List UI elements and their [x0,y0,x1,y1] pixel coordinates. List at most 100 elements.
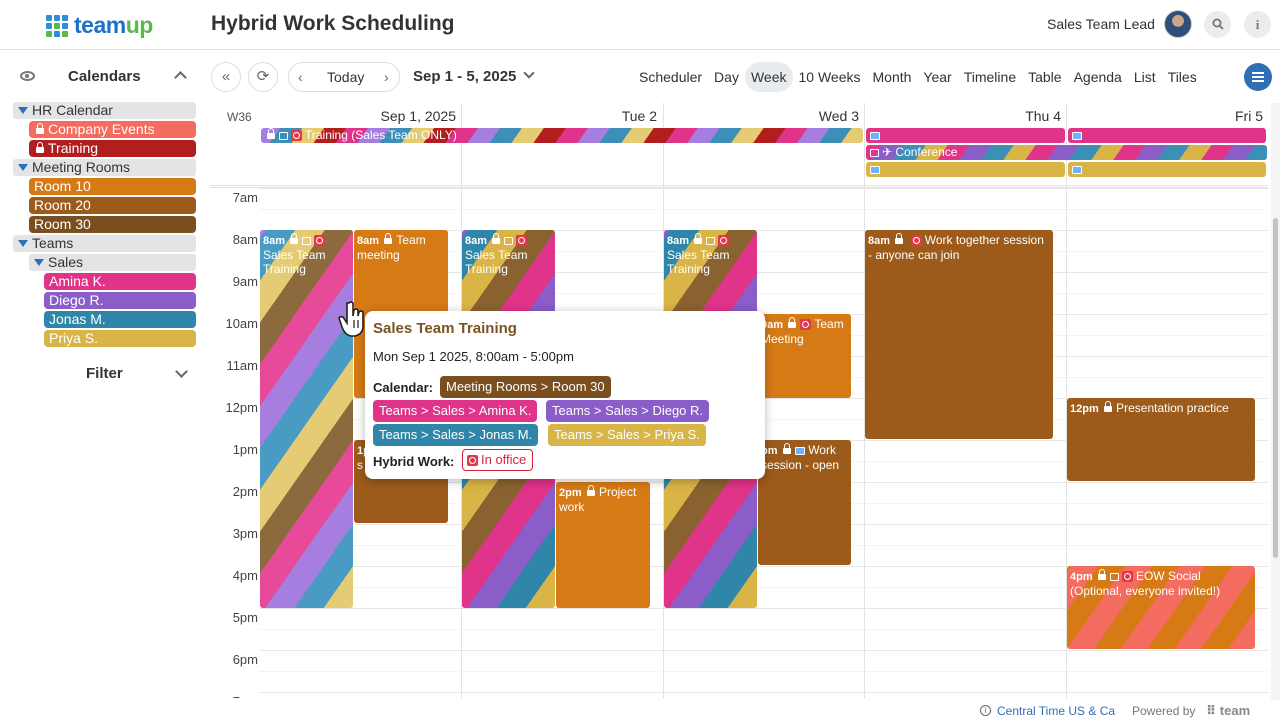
in-office-icon [800,319,812,330]
lock-icon [36,142,44,153]
allday-training-event[interactable]: Training (Sales Team ONLY) [261,128,863,143]
collapse-sidebar-button[interactable]: « [211,62,241,92]
day-header-thu[interactable]: Thu 4 [865,108,1061,124]
info-button[interactable]: i [1244,11,1271,38]
event-team-meeting-wed[interactable]: 0am Team Meeting [758,314,851,398]
remote-icon [870,132,880,140]
in-office-icon [291,130,302,141]
vertical-scrollbar[interactable] [1271,103,1280,700]
allday-remote-event-fri-2[interactable] [1068,162,1266,177]
filter-heading[interactable]: Filter [86,365,123,382]
time-label: 1pm [232,442,258,457]
view-year[interactable]: Year [917,62,957,92]
powered-by-label: Powered by [1132,704,1196,718]
time-label: 7pm [210,694,258,698]
date-navigation: ‹ Today › [288,62,400,92]
chevron-down-icon[interactable] [175,365,188,378]
event-work-together-thu[interactable]: 8am Work together session - anyone can j… [865,230,1053,439]
sidebar: Calendars HR Calendar Company Events Tra… [0,51,210,720]
view-agenda[interactable]: Agenda [1068,62,1128,92]
group-sales[interactable]: Sales [29,254,196,271]
calendar-item-amina[interactable]: Amina K. [44,273,196,290]
info-icon: i [980,705,991,716]
event-sales-team-training-mon[interactable]: 8am Sales Team Training [260,230,353,608]
view-month[interactable]: Month [867,62,918,92]
user-name[interactable]: Sales Team Lead [1047,16,1155,32]
chevron-up-icon[interactable] [174,71,187,84]
next-button[interactable]: › [384,69,389,85]
time-label: 9am [232,274,258,289]
remote-icon [1072,132,1082,140]
footer-brand-logo[interactable]: ⠿ team [1206,703,1250,719]
calendar-item-room-30[interactable]: Room 30 [29,216,196,233]
refresh-button[interactable]: ⟳ [248,62,278,92]
lock-icon [492,233,501,244]
view-switcher: Scheduler Day Week 10 Weeks Month Year T… [633,62,1203,92]
calendar-item-company-events[interactable]: Company Events [29,121,196,138]
view-day[interactable]: Day [708,62,745,92]
group-teams[interactable]: Teams [13,235,196,252]
copy-icon [706,237,716,245]
view-timeline[interactable]: Timeline [958,62,1022,92]
copy-icon [504,237,514,245]
event-project-work-tue[interactable]: 2pm Project work [556,482,650,608]
calendar-title: Hybrid Work Scheduling [211,12,455,35]
time-label: 3pm [232,526,258,541]
group-meeting-rooms[interactable]: Meeting Rooms [13,159,196,176]
calendar-item-priya[interactable]: Priya S. [44,330,196,347]
view-tiles[interactable]: Tiles [1162,62,1203,92]
time-label: 6pm [232,652,258,667]
calendar-item-room-10[interactable]: Room 10 [29,178,196,195]
menu-button[interactable] [1244,63,1272,91]
view-10-weeks[interactable]: 10 Weeks [793,62,867,92]
in-office-icon [467,455,478,466]
lock-icon [895,233,904,244]
previous-button[interactable]: ‹ [298,69,303,85]
lock-icon [1104,401,1113,412]
expand-triangle-icon[interactable] [34,259,44,266]
lock-icon [788,317,797,328]
eye-icon[interactable] [20,71,35,81]
calendar-label: Calendar: [373,380,433,395]
expand-triangle-icon[interactable] [18,240,28,247]
event-work-session-wed[interactable]: pm Work session - open [758,440,851,565]
calendar-chip-diego: Teams > Sales > Diego R. [546,400,710,422]
allday-remote-event-thu[interactable] [866,128,1065,143]
teamup-logo[interactable]: teamup [46,12,153,39]
expand-triangle-icon[interactable] [18,164,28,171]
time-label: 10am [225,316,258,331]
event-presentation-practice-fri[interactable]: 12pm Presentation practice [1067,398,1255,481]
calendar-item-diego[interactable]: Diego R. [44,292,196,309]
calendar-item-training[interactable]: Training [29,140,196,157]
allday-conference-event[interactable]: ✈ Conference [866,145,1267,160]
day-header-wed[interactable]: Wed 3 [663,108,859,124]
view-week[interactable]: Week [744,62,793,92]
calendars-header[interactable]: Calendars [0,65,210,89]
group-hr-calendar[interactable]: HR Calendar [13,102,196,119]
date-range-picker[interactable]: Sep 1 - 5, 2025 [413,67,536,85]
allday-remote-event-thu-2[interactable] [866,162,1065,177]
view-scheduler[interactable]: Scheduler [633,62,708,92]
view-list[interactable]: List [1128,62,1162,92]
search-button[interactable] [1204,11,1231,38]
calendar-item-room-20[interactable]: Room 20 [29,197,196,214]
event-eow-social-fri[interactable]: 4pm EOW Social (Optional, everyone invit… [1067,566,1255,649]
time-label: 5pm [232,610,258,625]
user-avatar[interactable] [1164,10,1192,38]
event-preview-popover[interactable]: Sales Team Training Mon Sep 1 2025, 8:00… [365,311,765,479]
day-header-fri[interactable]: Fri 5 [1066,108,1263,124]
expand-triangle-icon[interactable] [18,107,28,114]
lock-icon [267,128,275,139]
calendar-chip-room-30: Meeting Rooms > Room 30 [440,376,611,398]
timezone-link[interactable]: Central Time US & Ca [997,704,1115,718]
copy-icon [279,132,288,140]
calendar-item-jonas[interactable]: Jonas M. [44,311,196,328]
allday-remote-event-fri[interactable] [1068,128,1266,143]
day-header-tue[interactable]: Tue 2 [461,108,657,124]
footer: i Central Time US & Ca Powered by ⠿ team [960,702,1280,720]
in-office-icon [718,235,730,246]
search-icon [1212,18,1224,30]
day-header-mon[interactable]: Sep 1, 2025 [260,108,456,124]
view-table[interactable]: Table [1022,62,1067,92]
today-button[interactable]: Today [327,69,364,85]
